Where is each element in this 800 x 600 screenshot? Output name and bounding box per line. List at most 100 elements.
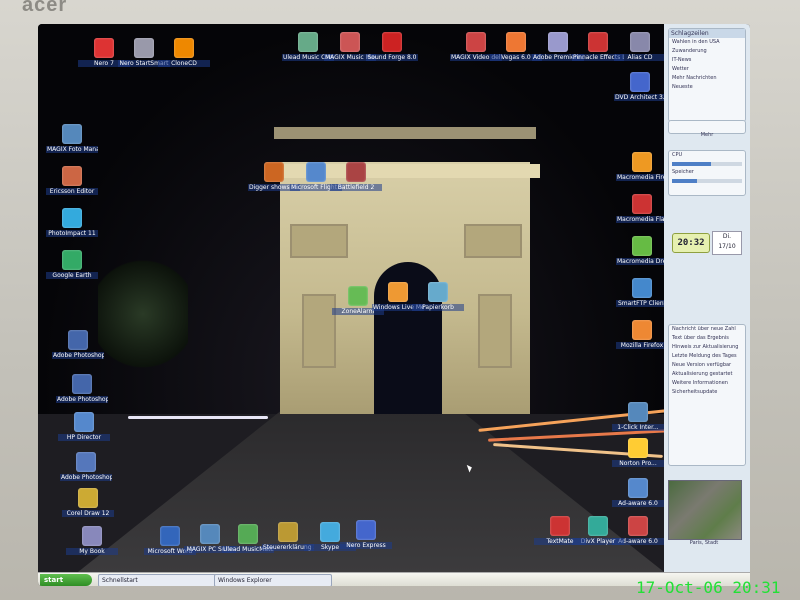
taskbar-item[interactable]: Windows Explorer	[214, 574, 332, 586]
app-icon	[628, 438, 648, 458]
app-icon	[588, 516, 608, 536]
app-icon	[82, 526, 102, 546]
feed-headline[interactable]: Wahlen in den USA	[669, 38, 745, 47]
desktop-icon[interactable]: CloneCD	[158, 38, 210, 67]
desktop-icon[interactable]: Adobe Photoshop	[56, 374, 108, 403]
note-line: Text über das Ergebnis	[672, 335, 729, 341]
calendar-date: 17/10	[718, 243, 736, 250]
desktop-icon[interactable]: Adobe Photoshop	[52, 330, 104, 359]
app-icon	[628, 478, 648, 498]
desktop-icon[interactable]: Macromedia Dreamwe...	[616, 236, 668, 265]
app-icon	[76, 452, 96, 472]
desktop-icon[interactable]: TextMate	[534, 516, 586, 545]
desktop-icon[interactable]: SmartFTP Client	[616, 278, 668, 307]
app-icon	[134, 38, 154, 58]
desktop-icon[interactable]: Mozilla Firefox	[616, 320, 668, 349]
note-line: Letzte Meldung des Tages	[672, 353, 737, 359]
desktop-icon[interactable]: Papierkorb	[412, 282, 464, 311]
feed-title: Schlagzeilen	[669, 29, 745, 38]
desktop-icon[interactable]: HP Director	[58, 412, 110, 441]
app-icon	[320, 522, 340, 542]
app-icon	[466, 32, 486, 52]
app-icon	[630, 32, 650, 52]
app-icon	[632, 320, 652, 340]
cpu-meter-gadget: CPU Speicher	[668, 150, 746, 196]
light-streak	[128, 416, 268, 419]
app-icon	[632, 152, 652, 172]
arch-relief	[290, 224, 348, 258]
notes-gadget[interactable]: Nachricht über neue Zahl Text über das E…	[668, 324, 746, 466]
app-icon	[356, 520, 376, 540]
app-icon	[62, 124, 82, 144]
app-icon	[68, 330, 88, 350]
desktop-icon[interactable]: MAGIX Foto Manager	[46, 124, 98, 153]
feed-gadget[interactable]: Schlagzeilen Wahlen in den USA Zuwanderu…	[668, 28, 746, 122]
app-icon	[632, 194, 652, 214]
app-icon	[630, 72, 650, 92]
desktop-icon[interactable]: Macromedia Flash 8	[616, 194, 668, 223]
app-icon	[382, 32, 402, 52]
feed-headline[interactable]: IT-News	[669, 56, 745, 65]
feed-headline[interactable]: Zuwanderung	[669, 47, 745, 56]
app-icon	[346, 162, 366, 182]
app-icon	[238, 524, 258, 544]
app-icon	[306, 162, 326, 182]
note-line: Weitere Informationen	[672, 380, 728, 386]
desktop-icon[interactable]: Ad-aware 6.0	[612, 478, 664, 507]
cpu-label: CPU	[672, 152, 683, 158]
desktop-icon[interactable]: Adobe Photoshop ...	[60, 452, 112, 481]
desktop-icon[interactable]: Ericsson Editor	[46, 166, 98, 195]
note-line: Sicherheitsupdate	[672, 389, 718, 395]
feed-more-button[interactable]: Mehr	[668, 120, 746, 138]
calendar-day: Di.	[722, 233, 732, 240]
desktop-icon[interactable]: PhotoImpact 11	[46, 208, 98, 237]
arch-relief	[464, 224, 522, 258]
cpu-meter-fill	[672, 162, 711, 166]
desktop-icon[interactable]: Google Earth	[46, 250, 98, 279]
arch-sculpture	[478, 294, 512, 368]
app-icon	[348, 286, 368, 306]
memory-label: Speicher	[672, 169, 694, 175]
start-button[interactable]: start	[40, 574, 92, 586]
clock-gadget[interactable]: 20:32	[672, 233, 710, 253]
feed-headline[interactable]: Mehr Nachrichten	[669, 74, 745, 83]
app-icon	[548, 32, 568, 52]
app-icon	[94, 38, 114, 58]
app-icon	[632, 236, 652, 256]
desktop-icon[interactable]: My Book	[66, 526, 118, 555]
note-line: Neue Version verfügbar	[672, 362, 732, 368]
camera-timestamp: 17-Oct-06 20:31	[636, 578, 781, 597]
memory-meter-bar	[672, 179, 742, 183]
wallpaper-tree	[98, 254, 188, 374]
memory-meter-fill	[672, 179, 697, 183]
desktop-icon[interactable]: Nero Express	[340, 520, 392, 549]
desktop-icon[interactable]: Macromedia Fireworks 8	[616, 152, 668, 181]
app-icon	[74, 412, 94, 432]
app-icon	[62, 166, 82, 186]
taskbar-item[interactable]: Schnellstart	[98, 574, 216, 586]
feed-headline[interactable]: Wetter	[669, 65, 745, 74]
note-line: Aktualisierung gestartet	[672, 371, 733, 377]
desktop-icon[interactable]: Sound Forge 8.0	[366, 32, 418, 61]
map-gadget[interactable]	[668, 480, 742, 540]
app-icon	[298, 32, 318, 52]
calendar-gadget[interactable]: Di. 17/10	[712, 231, 742, 255]
desktop-icon[interactable]: 1-Click Inter...	[612, 402, 664, 431]
app-icon	[62, 208, 82, 228]
app-icon	[340, 32, 360, 52]
desktop-icon[interactable]: Alias CD	[614, 32, 666, 61]
feed-headline[interactable]: Neueste	[669, 83, 745, 92]
cpu-meter-bar	[672, 162, 742, 166]
desktop-icon[interactable]: Corel Draw 12	[62, 488, 114, 517]
app-icon	[388, 282, 408, 302]
desktop-icon[interactable]: DVD Architect 3.0	[614, 72, 666, 101]
desktop-icon[interactable]: Battlefield 2	[330, 162, 382, 191]
app-icon	[62, 250, 82, 270]
arch-attic	[274, 127, 536, 139]
app-icon	[632, 278, 652, 298]
app-icon	[264, 162, 284, 182]
desktop-icon[interactable]: Norton Pro...	[612, 438, 664, 467]
app-icon	[588, 32, 608, 52]
app-icon	[174, 38, 194, 58]
app-icon	[72, 374, 92, 394]
